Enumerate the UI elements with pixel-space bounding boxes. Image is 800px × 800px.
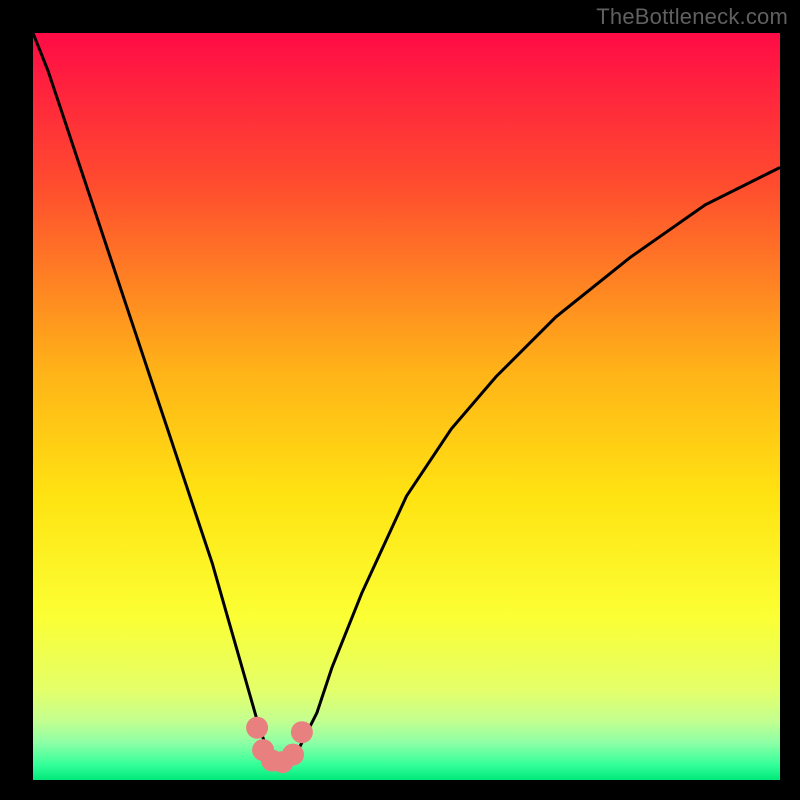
plot-background — [33, 33, 780, 780]
marker-dot — [291, 721, 313, 743]
chart-svg — [0, 0, 800, 800]
chart-frame: TheBottleneck.com — [0, 0, 800, 800]
marker-dot — [246, 717, 268, 739]
marker-dot — [282, 744, 304, 766]
